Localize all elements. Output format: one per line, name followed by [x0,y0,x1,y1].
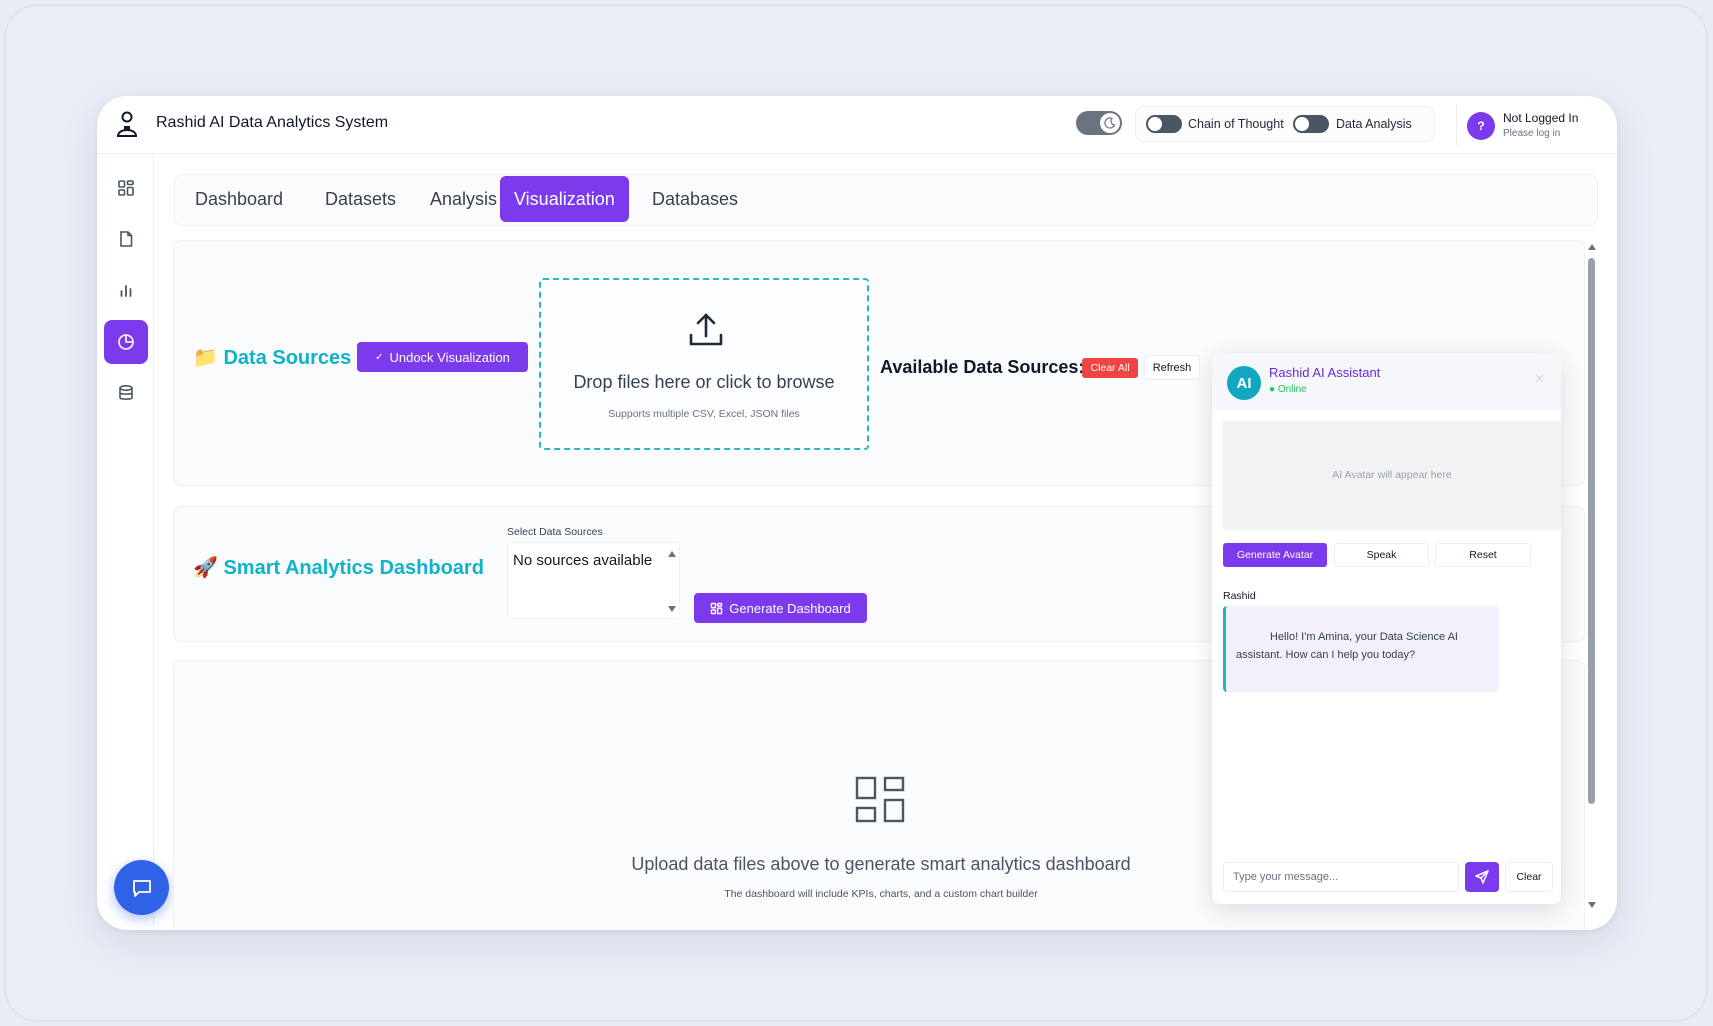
moon-icon [1104,117,1116,129]
scroll-down-arrow-icon [1588,902,1596,908]
chat-message-input[interactable] [1223,862,1459,892]
dropzone-subtext: Supports multiple CSV, Excel, JSON files [608,408,800,420]
main-scrollbar-thumb[interactable] [1588,258,1595,804]
ai-assistant-panel: AI Rashid AI Assistant ● Online ✕ AI Ava… [1212,353,1561,904]
send-button[interactable] [1465,862,1499,892]
refresh-button[interactable]: Refresh [1144,355,1200,380]
bar-chart-icon [120,285,132,297]
grid-icon [118,180,134,196]
scroll-down-arrow-icon [668,606,676,612]
smart-dashboard-title: 🚀 Smart Analytics Dashboard [193,557,484,579]
tab-databases[interactable]: Databases [638,176,752,222]
tab-bar: Dashboard Datasets Analysis Visualizatio… [174,174,1598,226]
chat-title: Rashid AI Assistant [1269,365,1381,380]
ai-avatar: AI [1227,366,1261,400]
sidebar-item-databases[interactable] [104,371,148,415]
pie-chart-icon [118,334,134,350]
tab-dashboard[interactable]: Dashboard [181,176,297,222]
avatar: ? [1467,112,1495,140]
tab-visualization[interactable]: Visualization [500,176,629,222]
rocket-icon: 🚀 [193,557,218,579]
chain-of-thought-switch[interactable] [1146,115,1182,133]
clear-all-button[interactable]: Clear All [1082,358,1138,378]
online-status: ● Online [1269,384,1307,395]
speak-button[interactable]: Speak [1334,543,1429,567]
generate-avatar-button[interactable]: Generate Avatar [1223,543,1327,567]
check-icon: ✓ [375,351,384,363]
grid-icon [711,602,723,614]
undock-visualization-button[interactable]: ✓ Undock Visualization [357,342,528,372]
chat-bubble-icon [132,879,151,897]
dark-mode-toggle[interactable] [1076,111,1122,135]
upload-icon [689,313,723,346]
scroll-up-arrow-icon [668,551,676,557]
data-sources-title: 📁 Data Sources [193,347,352,369]
user-subtitle: Please log in [1503,128,1561,139]
avatar-placeholder: AI Avatar will appear here [1332,469,1452,481]
sidebar-item-dashboard[interactable] [104,166,148,210]
available-sources-label: Available Data Sources: [880,357,1085,377]
send-icon [1475,870,1489,884]
data-sources-select[interactable]: No sources available [507,542,680,619]
scroll-up-arrow-icon [1588,244,1596,250]
tab-datasets[interactable]: Datasets [311,176,410,222]
message-sender: Rashid [1223,590,1256,602]
dropzone-text: Drop files here or click to browse [573,372,835,392]
dashboard-grid-icon [855,776,905,823]
database-icon [119,384,133,400]
clear-chat-button[interactable]: Clear [1505,862,1553,892]
user-name: Not Logged In [1503,111,1579,125]
generate-dashboard-button[interactable]: Generate Dashboard [694,593,867,623]
chain-of-thought-label: Chain of Thought [1188,117,1284,131]
chat-launcher-button[interactable] [114,860,169,915]
feature-toggles: Chain of Thought Data Analysis [1135,106,1435,142]
app-title: Rashid AI Data Analytics System [156,114,389,131]
reset-button[interactable]: Reset [1435,543,1531,567]
chat-message: Hello! I'm Amina, your Data Science AI a… [1223,606,1499,692]
top-header: Rashid AI Data Analytics System Chain of… [97,96,1617,154]
avatar-preview: AI Avatar will appear here [1223,421,1561,530]
select-empty-option: No sources available [513,552,653,569]
user-menu[interactable]: ? Not Logged In Please log in [1456,104,1604,146]
robot-user-icon [116,111,138,137]
document-icon [120,231,133,247]
sidebar [97,154,154,930]
file-dropzone[interactable]: Drop files here or click to browse Suppo… [539,278,869,450]
select-sources-label: Select Data Sources [507,526,603,538]
tab-analysis[interactable]: Analysis [416,176,511,222]
sidebar-item-datasets[interactable] [104,217,148,261]
data-analysis-label: Data Analysis [1336,117,1412,131]
sidebar-item-visualization[interactable] [104,320,148,364]
chat-header: AI Rashid AI Assistant ● Online ✕ [1212,353,1561,410]
data-analysis-switch[interactable] [1293,115,1329,133]
folder-icon: 📁 [193,347,218,369]
close-icon[interactable]: ✕ [1534,371,1545,387]
sidebar-item-analysis[interactable] [104,268,148,312]
